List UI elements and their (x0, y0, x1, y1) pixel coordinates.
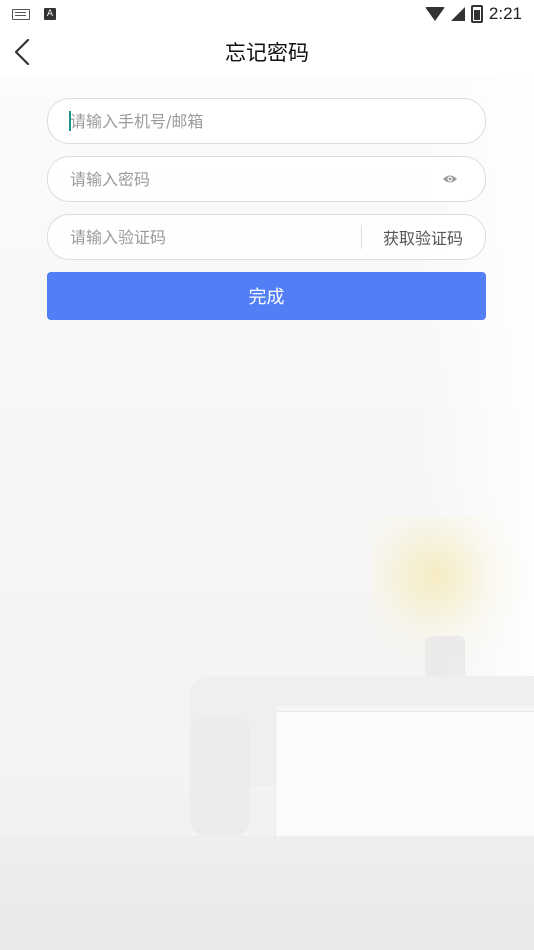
chevron-left-icon[interactable] (12, 38, 36, 66)
wifi-icon (424, 7, 445, 21)
eye-icon[interactable] (439, 168, 461, 190)
code-input[interactable] (48, 214, 361, 260)
get-code-button[interactable]: 获取验证码 (362, 225, 485, 249)
sofa-arm-decoration (190, 716, 250, 836)
battery-charging-icon (470, 5, 483, 23)
keyboard-icon (12, 8, 30, 20)
status-bar: A 2:21 (0, 0, 534, 28)
submit-button[interactable]: 完成 (47, 272, 486, 320)
a-notification-icon: A (44, 8, 56, 20)
password-input[interactable] (48, 156, 439, 202)
text-cursor (69, 111, 71, 131)
reset-password-form: 获取验证码 完成 (47, 98, 486, 320)
page-title: 忘记密码 (225, 41, 309, 65)
app-header: 忘记密码 (0, 28, 534, 76)
account-input[interactable] (48, 98, 485, 144)
account-field[interactable] (47, 98, 486, 144)
rug-decoration (0, 836, 534, 950)
password-field[interactable] (47, 156, 486, 202)
cell-signal-icon (450, 7, 465, 21)
code-field[interactable]: 获取验证码 (47, 214, 486, 260)
status-time: 2:21 (488, 4, 522, 23)
